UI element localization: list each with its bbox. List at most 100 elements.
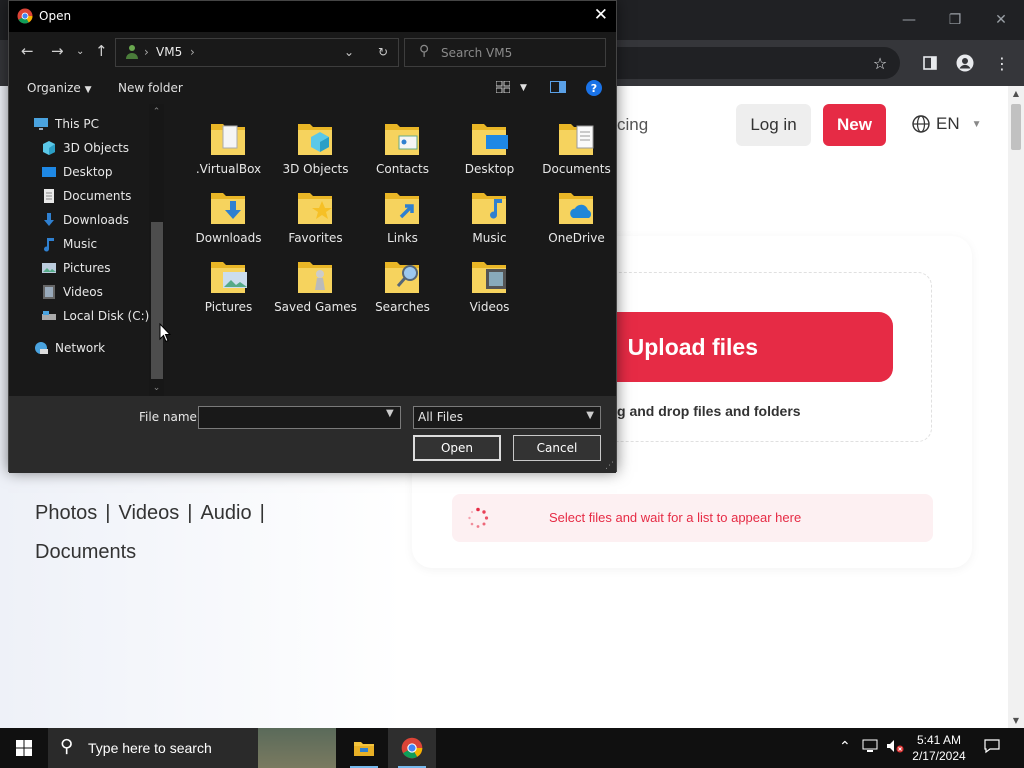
page-scrollbar-thumb[interactable]	[1011, 104, 1021, 150]
nav-pricing-link[interactable]: cing	[617, 115, 648, 135]
nav-item-downloads[interactable]: Downloads	[41, 209, 129, 231]
nav-item-3d-objects[interactable]: 3D Objects	[41, 137, 129, 159]
file-type-select[interactable]: All Files ▼	[413, 406, 601, 429]
nav-item-desktop[interactable]: Desktop	[41, 161, 113, 183]
navigation-pane: This PC 3D Objects Desktop Documents Dow…	[9, 104, 164, 396]
help-icon[interactable]: ?	[586, 80, 602, 96]
refresh-icon[interactable]: ↻	[378, 45, 388, 59]
scroll-up-icon[interactable]: ⌃	[149, 107, 164, 117]
minimize-button[interactable]: —	[886, 0, 932, 40]
restore-button[interactable]: ❐	[932, 0, 978, 40]
folder-item[interactable]: Links	[359, 177, 446, 247]
folder-item[interactable]: OneDrive	[533, 177, 620, 247]
folder-item[interactable]: .VirtualBox	[185, 108, 272, 178]
nav-item-network[interactable]: Network	[33, 337, 105, 359]
address-bar[interactable]	[600, 47, 900, 79]
login-button[interactable]: Log in	[736, 104, 811, 146]
folder-item[interactable]: Favorites	[272, 177, 359, 247]
chrome-taskbar-icon[interactable]	[388, 728, 436, 768]
folder-name: Links	[387, 231, 418, 245]
folder-item[interactable]: 3D Objects	[272, 108, 359, 178]
new-folder-button[interactable]: New folder	[118, 81, 183, 95]
system-clock[interactable]: 5:41 AM 2/17/2024	[906, 732, 972, 764]
nav-item-label: Downloads	[63, 213, 129, 227]
breadcrumb-vm5[interactable]: VM5	[156, 45, 182, 59]
folder-name: Searches	[375, 300, 430, 314]
nav-item-pictures[interactable]: Pictures	[41, 257, 111, 279]
photos-link[interactable]: Photos	[35, 502, 97, 524]
dialog-title: Open	[39, 9, 72, 23]
nav-item-documents[interactable]: Documents	[41, 185, 131, 207]
preview-pane-icon[interactable]	[550, 81, 566, 96]
dialog-search-input[interactable]	[441, 44, 596, 62]
folder-icon	[559, 124, 594, 155]
taskbar-search[interactable]: ⚲ Type here to search	[48, 728, 336, 768]
dialog-close-icon[interactable]: ✕	[594, 5, 608, 25]
show-hidden-icons-chevron-icon[interactable]: ⌃	[839, 739, 851, 755]
nav-item-label: Pictures	[63, 261, 111, 275]
cancel-button[interactable]: Cancel	[513, 435, 601, 461]
up-arrow-icon[interactable]: ↑	[95, 42, 108, 60]
file-explorer-taskbar-icon[interactable]	[340, 728, 388, 768]
videos-link[interactable]: Videos	[118, 502, 179, 524]
folder-item[interactable]: Videos	[446, 246, 533, 316]
organize-menu[interactable]: Organize ▼	[27, 81, 92, 95]
network-status-icon[interactable]	[862, 739, 878, 757]
folder-item[interactable]: Desktop	[446, 108, 533, 178]
nav-item-music[interactable]: Music	[41, 233, 97, 255]
network-icon	[35, 342, 48, 354]
folder-item[interactable]: Music	[446, 177, 533, 247]
chevron-down-icon[interactable]: ⌄	[344, 45, 354, 59]
close-button[interactable]: ✕	[978, 0, 1024, 40]
notifications-icon[interactable]	[984, 738, 1000, 758]
resize-grip-icon[interactable]: ⋰	[605, 461, 614, 471]
file-name-label: File name:	[139, 410, 201, 424]
mouse-cursor-icon	[159, 323, 171, 343]
disk-icon	[42, 311, 56, 320]
search-icon: ⚲	[60, 736, 74, 757]
address-breadcrumb[interactable]: › VM5 › ⌄ ↻	[115, 38, 399, 67]
documents-link[interactable]: Documents	[35, 541, 136, 563]
folder-item[interactable]: Downloads	[185, 177, 272, 247]
nav-item-videos[interactable]: Videos	[41, 281, 103, 303]
windows-logo-icon	[16, 740, 32, 756]
videos-icon	[43, 285, 55, 299]
folder-item[interactable]: Pictures	[185, 246, 272, 316]
chevron-down-icon[interactable]: ▼	[520, 83, 527, 93]
dialog-search[interactable]: ⚲	[404, 38, 606, 67]
folder-item[interactable]: Saved Games	[272, 246, 359, 316]
back-arrow-icon[interactable]: ←	[21, 42, 34, 60]
nav-item-this-pc[interactable]: This PC	[33, 113, 99, 135]
profile-icon[interactable]	[954, 52, 976, 74]
language-selector[interactable]: EN ▼	[912, 114, 982, 134]
recent-locations-icon[interactable]: ⌄	[76, 46, 84, 57]
folder-name: Documents	[542, 162, 611, 176]
folder-icon	[298, 262, 332, 293]
side-panel-icon[interactable]	[919, 52, 941, 74]
page-scrollbar[interactable]: ▲ ▼	[1008, 86, 1024, 728]
scroll-down-icon[interactable]: ⌄	[149, 383, 164, 393]
folder-item[interactable]: Contacts	[359, 108, 446, 178]
menu-kebab-icon[interactable]: ⋮	[991, 52, 1013, 74]
open-button[interactable]: Open	[413, 435, 501, 461]
new-button[interactable]: New	[823, 104, 886, 146]
forward-arrow-icon[interactable]: →	[51, 42, 64, 60]
folder-item[interactable]: Searches	[359, 246, 446, 316]
scroll-up-icon[interactable]: ▲	[1008, 89, 1024, 98]
nav-pane-scrollbar-thumb[interactable]	[151, 222, 163, 379]
view-options-icon[interactable]	[495, 80, 511, 96]
bookmark-star-icon[interactable]: ☆	[869, 52, 891, 74]
folder-name: Desktop	[464, 162, 515, 176]
nav-pane-scrollbar[interactable]: ⌃ ⌄	[149, 104, 164, 396]
scroll-down-icon[interactable]: ▼	[1008, 716, 1024, 725]
start-button[interactable]	[0, 728, 48, 768]
folder-name: .VirtualBox	[195, 162, 262, 176]
folder-item[interactable]: Documents	[533, 108, 620, 178]
folder-icon	[211, 262, 247, 293]
nav-item-local-disk[interactable]: Local Disk (C:)	[41, 305, 149, 327]
audio-link[interactable]: Audio	[200, 502, 251, 524]
file-name-input[interactable]	[198, 406, 401, 429]
folder-name: Contacts	[376, 162, 429, 176]
volume-muted-icon[interactable]	[886, 739, 904, 757]
chevron-down-icon[interactable]: ▼	[386, 408, 394, 419]
